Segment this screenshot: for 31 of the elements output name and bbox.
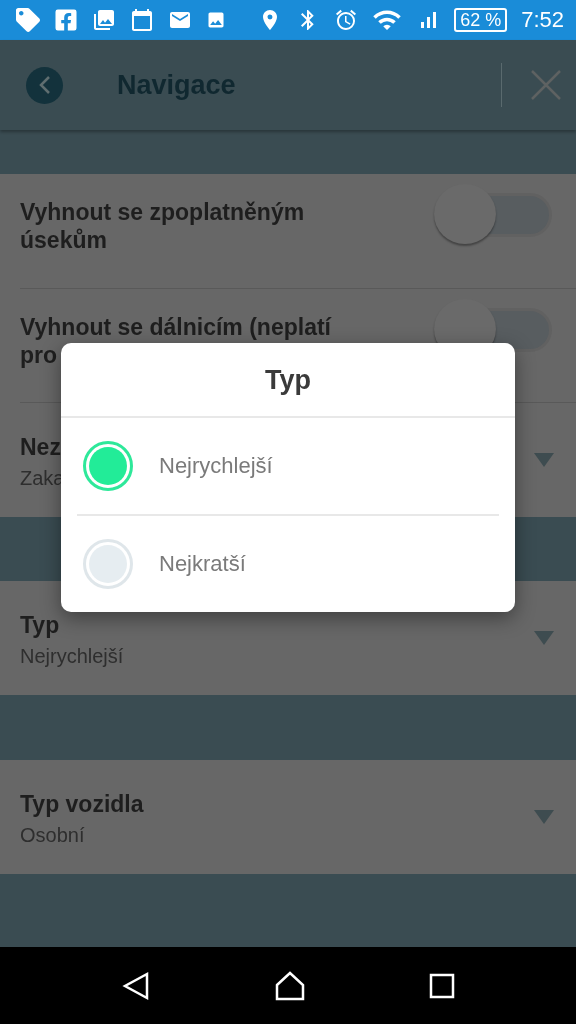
alarm-icon [334,8,359,32]
image-icon [206,10,226,30]
setting-label: Vyhnout se zpoplatněným [20,198,305,226]
setting-label: Nez [20,432,62,462]
facebook-icon [54,8,78,32]
radio-button[interactable] [83,539,133,589]
chevron-left-icon [37,75,52,95]
dropdown-caret-icon[interactable] [534,631,554,645]
close-button[interactable] [530,69,562,101]
dialog-title: Typ [61,343,515,418]
setting-label: úsekům [20,226,107,254]
setting-label: Vyhnout se dálnicím (neplatí [20,313,331,341]
dialog-option[interactable]: Nejkratší [77,514,499,612]
recents-nav-button[interactable] [428,972,455,999]
setting-value: Osobní [20,823,86,847]
home-nav-button[interactable] [274,969,306,1002]
radio-button[interactable] [83,441,133,491]
battery-indicator: 62 % [454,8,508,32]
dropdown-caret-icon[interactable] [534,810,554,824]
back-button[interactable] [26,66,63,104]
dropdown-caret-icon[interactable] [534,453,554,467]
calendar-icon [130,8,154,32]
setting-label: pro [20,341,58,369]
setting-value: Nejrychlejší [20,644,125,668]
setting-label: Typ vozidla [20,789,145,819]
tag-icon [16,8,40,32]
toggle-switch[interactable] [434,184,554,246]
photos-icon [92,8,116,32]
dialog-option[interactable]: Nejrychlejší [77,418,499,514]
setting-label: Typ [20,610,61,640]
clock: 7:52 [521,7,564,33]
